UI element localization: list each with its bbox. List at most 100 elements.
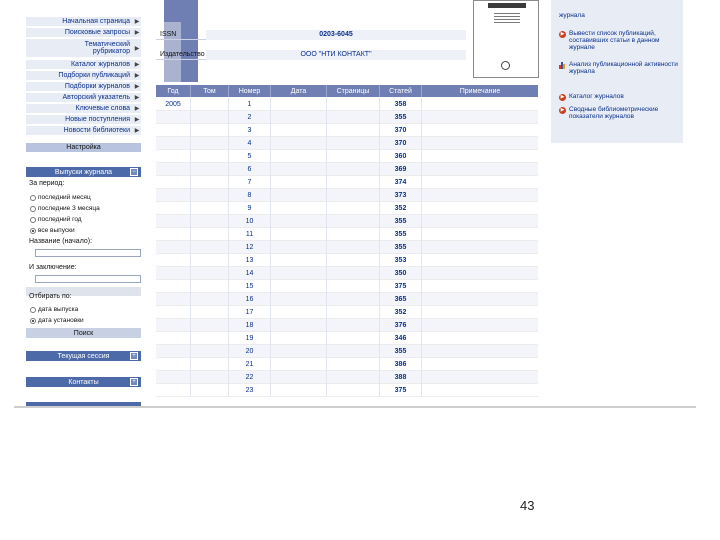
col-header-note[interactable]: Примечание	[422, 85, 538, 97]
cell-number[interactable]: 23	[229, 384, 271, 397]
col-header-year[interactable]: Год	[156, 85, 191, 97]
nav-item-journal-catalog[interactable]: Каталог журналов ▶	[26, 60, 141, 70]
cell-note	[422, 215, 538, 228]
nav-item-journal-collections[interactable]: Подборки журналов ▶	[26, 82, 141, 92]
search-button[interactable]: Поиск	[26, 328, 141, 338]
cell-number[interactable]: 5	[229, 150, 271, 163]
nav-item-thematic-rubricator[interactable]: Тематический рубрикатор ▶	[26, 39, 141, 58]
table-row[interactable]: 19 346	[156, 332, 538, 345]
title-start-input[interactable]	[35, 249, 141, 257]
cell-number[interactable]: 9	[229, 202, 271, 215]
table-row[interactable]: 11 355	[156, 228, 538, 241]
link-bibliometric-summary[interactable]: ▶ Сводные библиометрические показатели жу…	[559, 106, 681, 120]
cell-number[interactable]: 11	[229, 228, 271, 241]
radio-icon[interactable]	[30, 306, 36, 313]
table-row[interactable]: 15 375	[156, 280, 538, 293]
cell-pages	[327, 176, 380, 189]
nav-item-author-index[interactable]: Авторский указатель ▶	[26, 93, 141, 103]
period-option-last-year[interactable]: последний год	[30, 216, 82, 223]
cell-number[interactable]: 1	[229, 98, 271, 111]
cell-number[interactable]: 22	[229, 371, 271, 384]
table-row[interactable]: 10 355	[156, 215, 538, 228]
issues-panel-header[interactable]: Выпуски журнала −	[26, 167, 141, 177]
col-header-articles[interactable]: Статей	[380, 85, 422, 97]
table-row[interactable]: 8 373	[156, 189, 538, 202]
expand-icon[interactable]: +	[130, 378, 138, 386]
nav-item-library-news[interactable]: Новости библиотеки ▶	[26, 126, 141, 136]
table-row[interactable]: 14 350	[156, 267, 538, 280]
cell-number[interactable]: 8	[229, 189, 271, 202]
table-row[interactable]: 12 355	[156, 241, 538, 254]
cell-number[interactable]: 10	[229, 215, 271, 228]
link-journal-catalog[interactable]: ▶ Каталог журналов	[559, 93, 681, 101]
radio-icon[interactable]	[30, 216, 36, 223]
title-contains-input[interactable]	[35, 275, 141, 283]
cell-number[interactable]: 12	[229, 241, 271, 254]
nav-item-search-queries[interactable]: Поисковые запросы ▶	[26, 28, 141, 38]
contacts-panel-header[interactable]: Контакты +	[26, 377, 141, 387]
cell-number[interactable]: 21	[229, 358, 271, 371]
cell-pages	[327, 293, 380, 306]
cell-date	[271, 111, 327, 124]
cell-number[interactable]: 19	[229, 332, 271, 345]
link-publication-analysis[interactable]: Анализ публикационной активности журнала	[559, 61, 681, 75]
cell-number[interactable]: 18	[229, 319, 271, 332]
cell-note	[422, 98, 538, 111]
cell-number[interactable]: 16	[229, 293, 271, 306]
sort-option-install-date[interactable]: дата установки	[30, 317, 84, 324]
expand-icon[interactable]: +	[130, 352, 138, 360]
col-header-number[interactable]: Номер	[229, 85, 271, 97]
col-header-pages[interactable]: Страницы	[327, 85, 380, 97]
table-row[interactable]: 23 375	[156, 384, 538, 397]
nav-item-publication-collections[interactable]: Подборки публикаций ▶	[26, 71, 141, 81]
nav-item-new-arrivals[interactable]: Новые поступления ▶	[26, 115, 141, 125]
table-row[interactable]: 2 355	[156, 111, 538, 124]
cell-number[interactable]: 3	[229, 124, 271, 137]
cell-number[interactable]: 13	[229, 254, 271, 267]
table-row[interactable]: 22 388	[156, 371, 538, 384]
cell-number[interactable]: 2	[229, 111, 271, 124]
link-publication-list[interactable]: ▶ Вывести список публикаций, составивших …	[559, 30, 681, 51]
table-row[interactable]: 18 376	[156, 319, 538, 332]
cell-year	[156, 124, 191, 137]
link-journal[interactable]: журнала	[559, 12, 671, 19]
session-panel-header[interactable]: Текущая сессия +	[26, 351, 141, 361]
table-row[interactable]: 13 353	[156, 254, 538, 267]
radio-icon[interactable]	[30, 205, 36, 212]
table-row[interactable]: 16 365	[156, 293, 538, 306]
table-row[interactable]: 9 352	[156, 202, 538, 215]
cell-pages	[327, 215, 380, 228]
sort-option-issue-date[interactable]: дата выпуска	[30, 306, 78, 313]
table-row[interactable]: 4 370	[156, 137, 538, 150]
table-row[interactable]: 21 386	[156, 358, 538, 371]
nav-item-settings[interactable]: Настройка	[26, 143, 141, 153]
cell-note	[422, 150, 538, 163]
cell-date	[271, 345, 327, 358]
cell-number[interactable]: 20	[229, 345, 271, 358]
col-header-date[interactable]: Дата	[271, 85, 327, 97]
cell-number[interactable]: 14	[229, 267, 271, 280]
table-row[interactable]: 6 369	[156, 163, 538, 176]
radio-selected-icon[interactable]	[30, 317, 36, 324]
table-row[interactable]: 3 370	[156, 124, 538, 137]
journal-cover-image[interactable]	[473, 0, 539, 78]
period-option-last-3-months[interactable]: последние 3 месяца	[30, 205, 100, 212]
table-row[interactable]: 7 374	[156, 176, 538, 189]
nav-item-keywords[interactable]: Ключевые слова ▶	[26, 104, 141, 114]
period-option-all-issues[interactable]: все выпуски	[30, 227, 75, 234]
nav-item-home[interactable]: Начальная страница ▶	[26, 17, 141, 27]
radio-selected-icon[interactable]	[30, 227, 36, 234]
radio-icon[interactable]	[30, 194, 36, 201]
period-option-last-month[interactable]: последний месяц	[30, 194, 91, 201]
collapse-icon[interactable]: −	[130, 168, 138, 176]
table-row[interactable]: 20 355	[156, 345, 538, 358]
cell-number[interactable]: 17	[229, 306, 271, 319]
cell-number[interactable]: 6	[229, 163, 271, 176]
cell-number[interactable]: 4	[229, 137, 271, 150]
col-header-volume[interactable]: Том	[191, 85, 229, 97]
cell-number[interactable]: 15	[229, 280, 271, 293]
table-row[interactable]: 17 352	[156, 306, 538, 319]
table-row[interactable]: 2005 1 358	[156, 98, 538, 111]
table-row[interactable]: 5 360	[156, 150, 538, 163]
cell-number[interactable]: 7	[229, 176, 271, 189]
